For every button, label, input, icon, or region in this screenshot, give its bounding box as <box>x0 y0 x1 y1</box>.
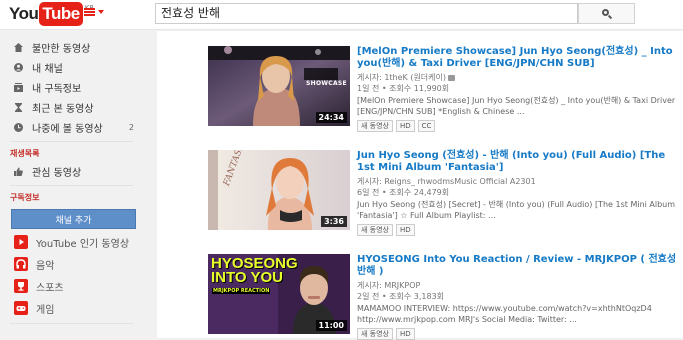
thumbnail-overlay-text: SHOWCASE <box>306 80 347 87</box>
result-meta: Jun Hyo Seong (전효성) - 반해 (Into you) (Ful… <box>357 150 682 236</box>
video-thumbnail[interactable]: FANTASIA 3:36 <box>208 150 350 230</box>
video-channel[interactable]: 게시자: 1theK (원더케이) <box>357 72 682 83</box>
guide-item-label: 내 채널 <box>32 63 63 75</box>
video-description: Jun Hyo Seong (전효성) [Secret] - 반해 (Into … <box>357 200 676 220</box>
hamburger-icon <box>84 8 95 16</box>
result-item[interactable]: HYOSEONG INTO YOU MRJKPOP REACTION 11:00… <box>208 254 682 340</box>
clock-icon <box>14 122 23 132</box>
video-channel[interactable]: 게시자: Reigns_ rhwodmsMusic Official A2301 <box>357 176 682 187</box>
video-duration: 24:34 <box>315 112 347 123</box>
gamepad-icon <box>14 301 28 315</box>
hourglass-icon <box>14 102 23 112</box>
cc-badge: CC <box>417 120 436 132</box>
hd-badge: HD <box>396 224 415 236</box>
add-channels-button[interactable]: 채널 추가 <box>11 209 136 229</box>
guide-item-label: 내 구독정보 <box>32 83 82 95</box>
video-thumbnail[interactable]: SHOWCASE 24:34 <box>208 46 350 126</box>
masthead: You Tube KR 전효성 반해 <box>0 0 683 30</box>
logo-you-text: You <box>9 4 39 23</box>
guide-item-watch-later[interactable]: 나중에 볼 동영상 2 <box>0 117 143 137</box>
channel-item-label: 게임 <box>36 304 55 316</box>
guide-item-label: 최근 본 동영상 <box>32 103 94 115</box>
youtube-channel-icon <box>14 235 28 249</box>
hd-badge: HD <box>396 328 415 340</box>
result-meta: HYOSEONG Into You Reaction / Review - MR… <box>357 254 682 340</box>
video-stats: 2일 전 • 조회수 3,183회 <box>357 292 445 301</box>
guide-item-my-channel[interactable]: 내 채널 <box>0 57 143 77</box>
guide-item-liked-videos[interactable]: 관심 동영상 <box>0 161 143 181</box>
guide-item-whats-to-watch[interactable]: 불만한 동영상 <box>0 37 143 57</box>
video-channel[interactable]: 게시자: MRJKPOP <box>357 280 682 291</box>
guide-divider <box>10 323 133 324</box>
watch-later-count: 2 <box>128 122 134 132</box>
badge-row: 새 동영상 HD <box>357 328 682 340</box>
guide-menu-button[interactable] <box>84 8 104 16</box>
video-stats: 6일 전 • 조회수 24,479회 <box>357 188 450 197</box>
channel-name[interactable]: 게시자: 1theK (원더케이) <box>357 73 446 82</box>
guide-item-label: 관심 동영상 <box>32 167 82 179</box>
playlists-header[interactable]: 재생목록 <box>0 146 143 161</box>
search-input[interactable]: 전효성 반해 <box>155 3 578 24</box>
subscriptions-header[interactable]: 구독정보 <box>0 190 143 205</box>
video-description: MAMAMOO INTERVIEW: https://www.youtube.c… <box>357 304 652 324</box>
verified-icon <box>448 74 456 81</box>
channel-name[interactable]: 게시자: MRJKPOP <box>357 281 420 290</box>
guide-sidebar: 불만한 동영상 내 채널 내 구독정보 최근 본 동영상 나중에 볼 동영상 2… <box>0 31 143 338</box>
home-icon <box>14 42 23 52</box>
guide-item-label: 나중에 볼 동영상 <box>32 123 103 135</box>
channel-item-sports[interactable]: 스포츠 <box>0 275 143 297</box>
new-badge: 새 동영상 <box>357 328 393 340</box>
hd-badge: HD <box>396 120 415 132</box>
video-duration: 3:36 <box>321 216 347 227</box>
youtube-logo[interactable]: You Tube KR <box>9 2 94 26</box>
chevron-down-icon <box>98 10 104 14</box>
guide-item-history[interactable]: 최근 본 동영상 <box>0 97 143 117</box>
video-duration: 11:00 <box>315 320 347 331</box>
result-item[interactable]: FANTASIA 3:36 Jun Hyo Seong (전효성) - 반해 (… <box>208 150 682 236</box>
subscriptions-icon <box>14 82 23 92</box>
video-thumbnail[interactable]: HYOSEONG INTO YOU MRJKPOP REACTION 11:00 <box>208 254 350 334</box>
channel-name[interactable]: 게시자: Reigns_ rhwodmsMusic Official A2301 <box>357 177 536 186</box>
guide-divider <box>10 141 133 142</box>
channel-item-gaming[interactable]: 게임 <box>0 297 143 319</box>
guide-divider <box>10 185 133 186</box>
guide-item-label: 불만한 동영상 <box>32 43 91 55</box>
video-title-link[interactable]: Jun Hyo Seong (전효성) - 반해 (Into you) (Ful… <box>357 150 682 174</box>
result-meta: [MelOn Premiere Showcase] Jun Hyo Seong(… <box>357 46 682 132</box>
badge-row: 새 동영상 HD CC <box>357 120 682 132</box>
new-badge: 새 동영상 <box>357 120 393 132</box>
result-item[interactable]: SHOWCASE 24:34 [MelOn Premiere Showcase]… <box>208 46 682 132</box>
channel-item-music[interactable]: 음악 <box>0 253 143 275</box>
search-button[interactable] <box>578 3 635 24</box>
thumbs-up-icon <box>14 167 23 176</box>
video-title-link[interactable]: [MelOn Premiere Showcase] Jun Hyo Seong(… <box>357 46 682 70</box>
channel-item-label: 음악 <box>36 260 55 272</box>
thumbnail-overlay-text: HYOSEONG INTO YOU <box>211 255 298 286</box>
badge-row: 새 동영상 HD <box>357 224 682 236</box>
headphones-icon <box>14 257 28 271</box>
search-results: SHOWCASE 24:34 [MelOn Premiere Showcase]… <box>157 31 683 340</box>
trophy-icon <box>14 279 28 293</box>
video-title-link[interactable]: HYOSEONG Into You Reaction / Review - MR… <box>357 254 682 278</box>
logo-tube-text: Tube <box>39 2 83 26</box>
thumbnail-overlay-subtext: MRJKPOP REACTION <box>212 288 271 294</box>
video-description: [MelOn Premiere Showcase] Jun Hyo Seong(… <box>357 96 676 116</box>
channel-item-youtube-popular[interactable]: YouTube 인기 동영상 <box>0 231 143 253</box>
person-icon <box>14 62 23 72</box>
new-badge: 새 동영상 <box>357 224 393 236</box>
guide-item-subscriptions[interactable]: 내 구독정보 <box>0 77 143 97</box>
channel-item-label: YouTube 인기 동영상 <box>36 238 130 250</box>
video-stats: 1일 전 • 조회수 11,990회 <box>357 84 450 93</box>
channel-item-label: 스포츠 <box>36 282 64 294</box>
search-icon <box>601 8 612 19</box>
